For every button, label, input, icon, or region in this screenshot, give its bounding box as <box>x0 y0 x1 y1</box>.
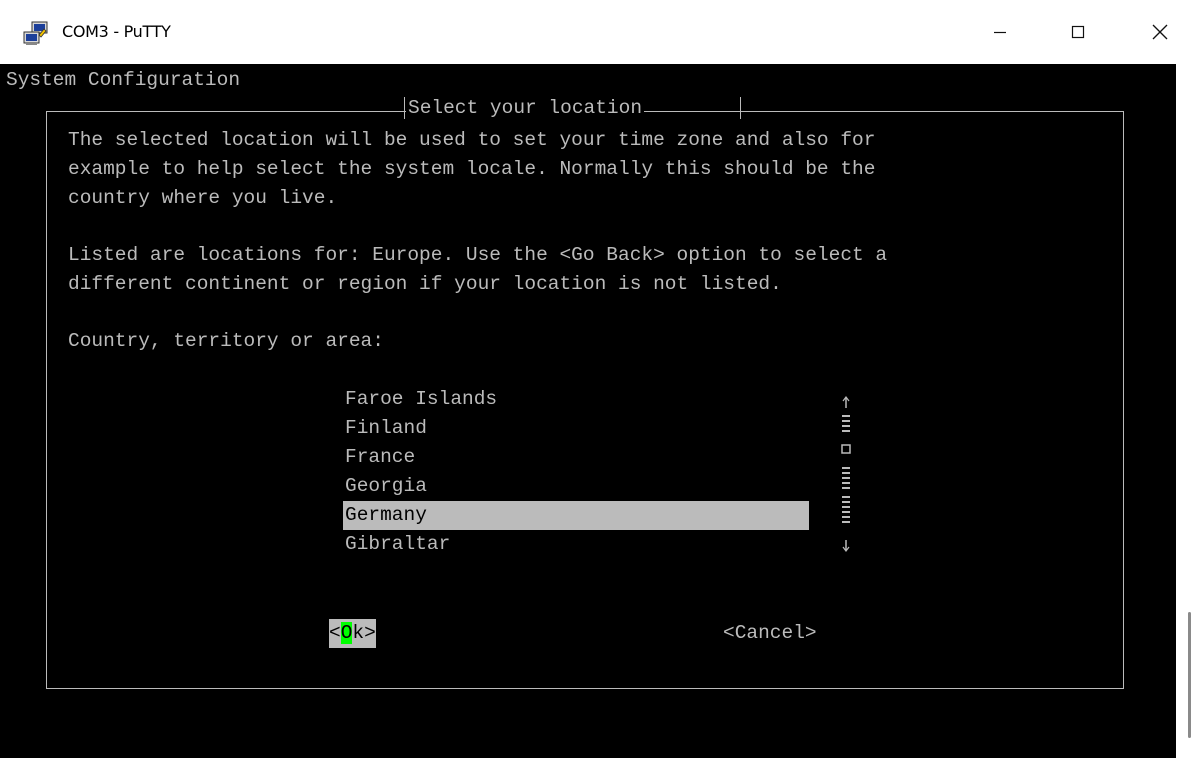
close-icon <box>1152 24 1168 40</box>
window-scrollbar[interactable] <box>1176 64 1197 758</box>
maximize-button[interactable] <box>1048 8 1108 56</box>
list-item-gibraltar[interactable]: Gibraltar <box>343 530 809 559</box>
dialog-title: Select your location <box>406 94 645 123</box>
terminal-screen[interactable]: System Configuration Select your locatio… <box>0 64 1176 758</box>
dialog-title-bracket-right <box>740 97 741 119</box>
minimize-icon <box>994 31 1006 34</box>
scroll-track-upper <box>842 415 850 432</box>
list-item-france[interactable]: France <box>343 443 809 472</box>
scroll-thumb-marker[interactable] <box>841 444 851 454</box>
cancel-button[interactable]: <Cancel> <box>723 619 817 648</box>
maximize-icon <box>1071 25 1085 39</box>
list-item-germany-selected[interactable]: Germany <box>343 501 809 530</box>
scroll-track-lower <box>842 467 850 523</box>
screen-header: System Configuration <box>6 69 241 91</box>
description-line: example to help select the system locale… <box>68 158 876 180</box>
country-prompt: Country, territory or area: <box>68 330 384 352</box>
scroll-up-arrow-icon <box>842 396 850 408</box>
scroll-down-arrow-icon <box>842 540 850 552</box>
list-item-finland[interactable]: Finland <box>343 414 809 443</box>
ok-bracket: < <box>329 622 341 644</box>
scrollbar-thumb[interactable] <box>1188 612 1191 738</box>
description-line: country where you live. <box>68 187 338 209</box>
list-item-georgia[interactable]: Georgia <box>343 472 809 501</box>
ok-hotkey: O <box>340 622 353 644</box>
ok-button[interactable]: <Ok> <box>329 619 376 648</box>
description-line: different continent or region if your lo… <box>68 273 782 295</box>
close-button[interactable] <box>1130 8 1190 56</box>
description-line: The selected location will be used to se… <box>68 129 876 151</box>
ok-label-rest: k> <box>352 622 376 644</box>
list-item-faroe-islands[interactable]: Faroe Islands <box>343 385 809 414</box>
dialog-title-bracket-left <box>404 97 405 119</box>
list-scroll-indicator[interactable] <box>836 392 856 556</box>
window-title: COM3 - PuTTY <box>62 22 171 41</box>
title-bar: COM3 - PuTTY <box>0 0 1197 65</box>
minimize-button[interactable] <box>970 8 1030 56</box>
putty-icon[interactable] <box>22 21 50 47</box>
description-line: Listed are locations for: Europe. Use th… <box>68 244 888 266</box>
